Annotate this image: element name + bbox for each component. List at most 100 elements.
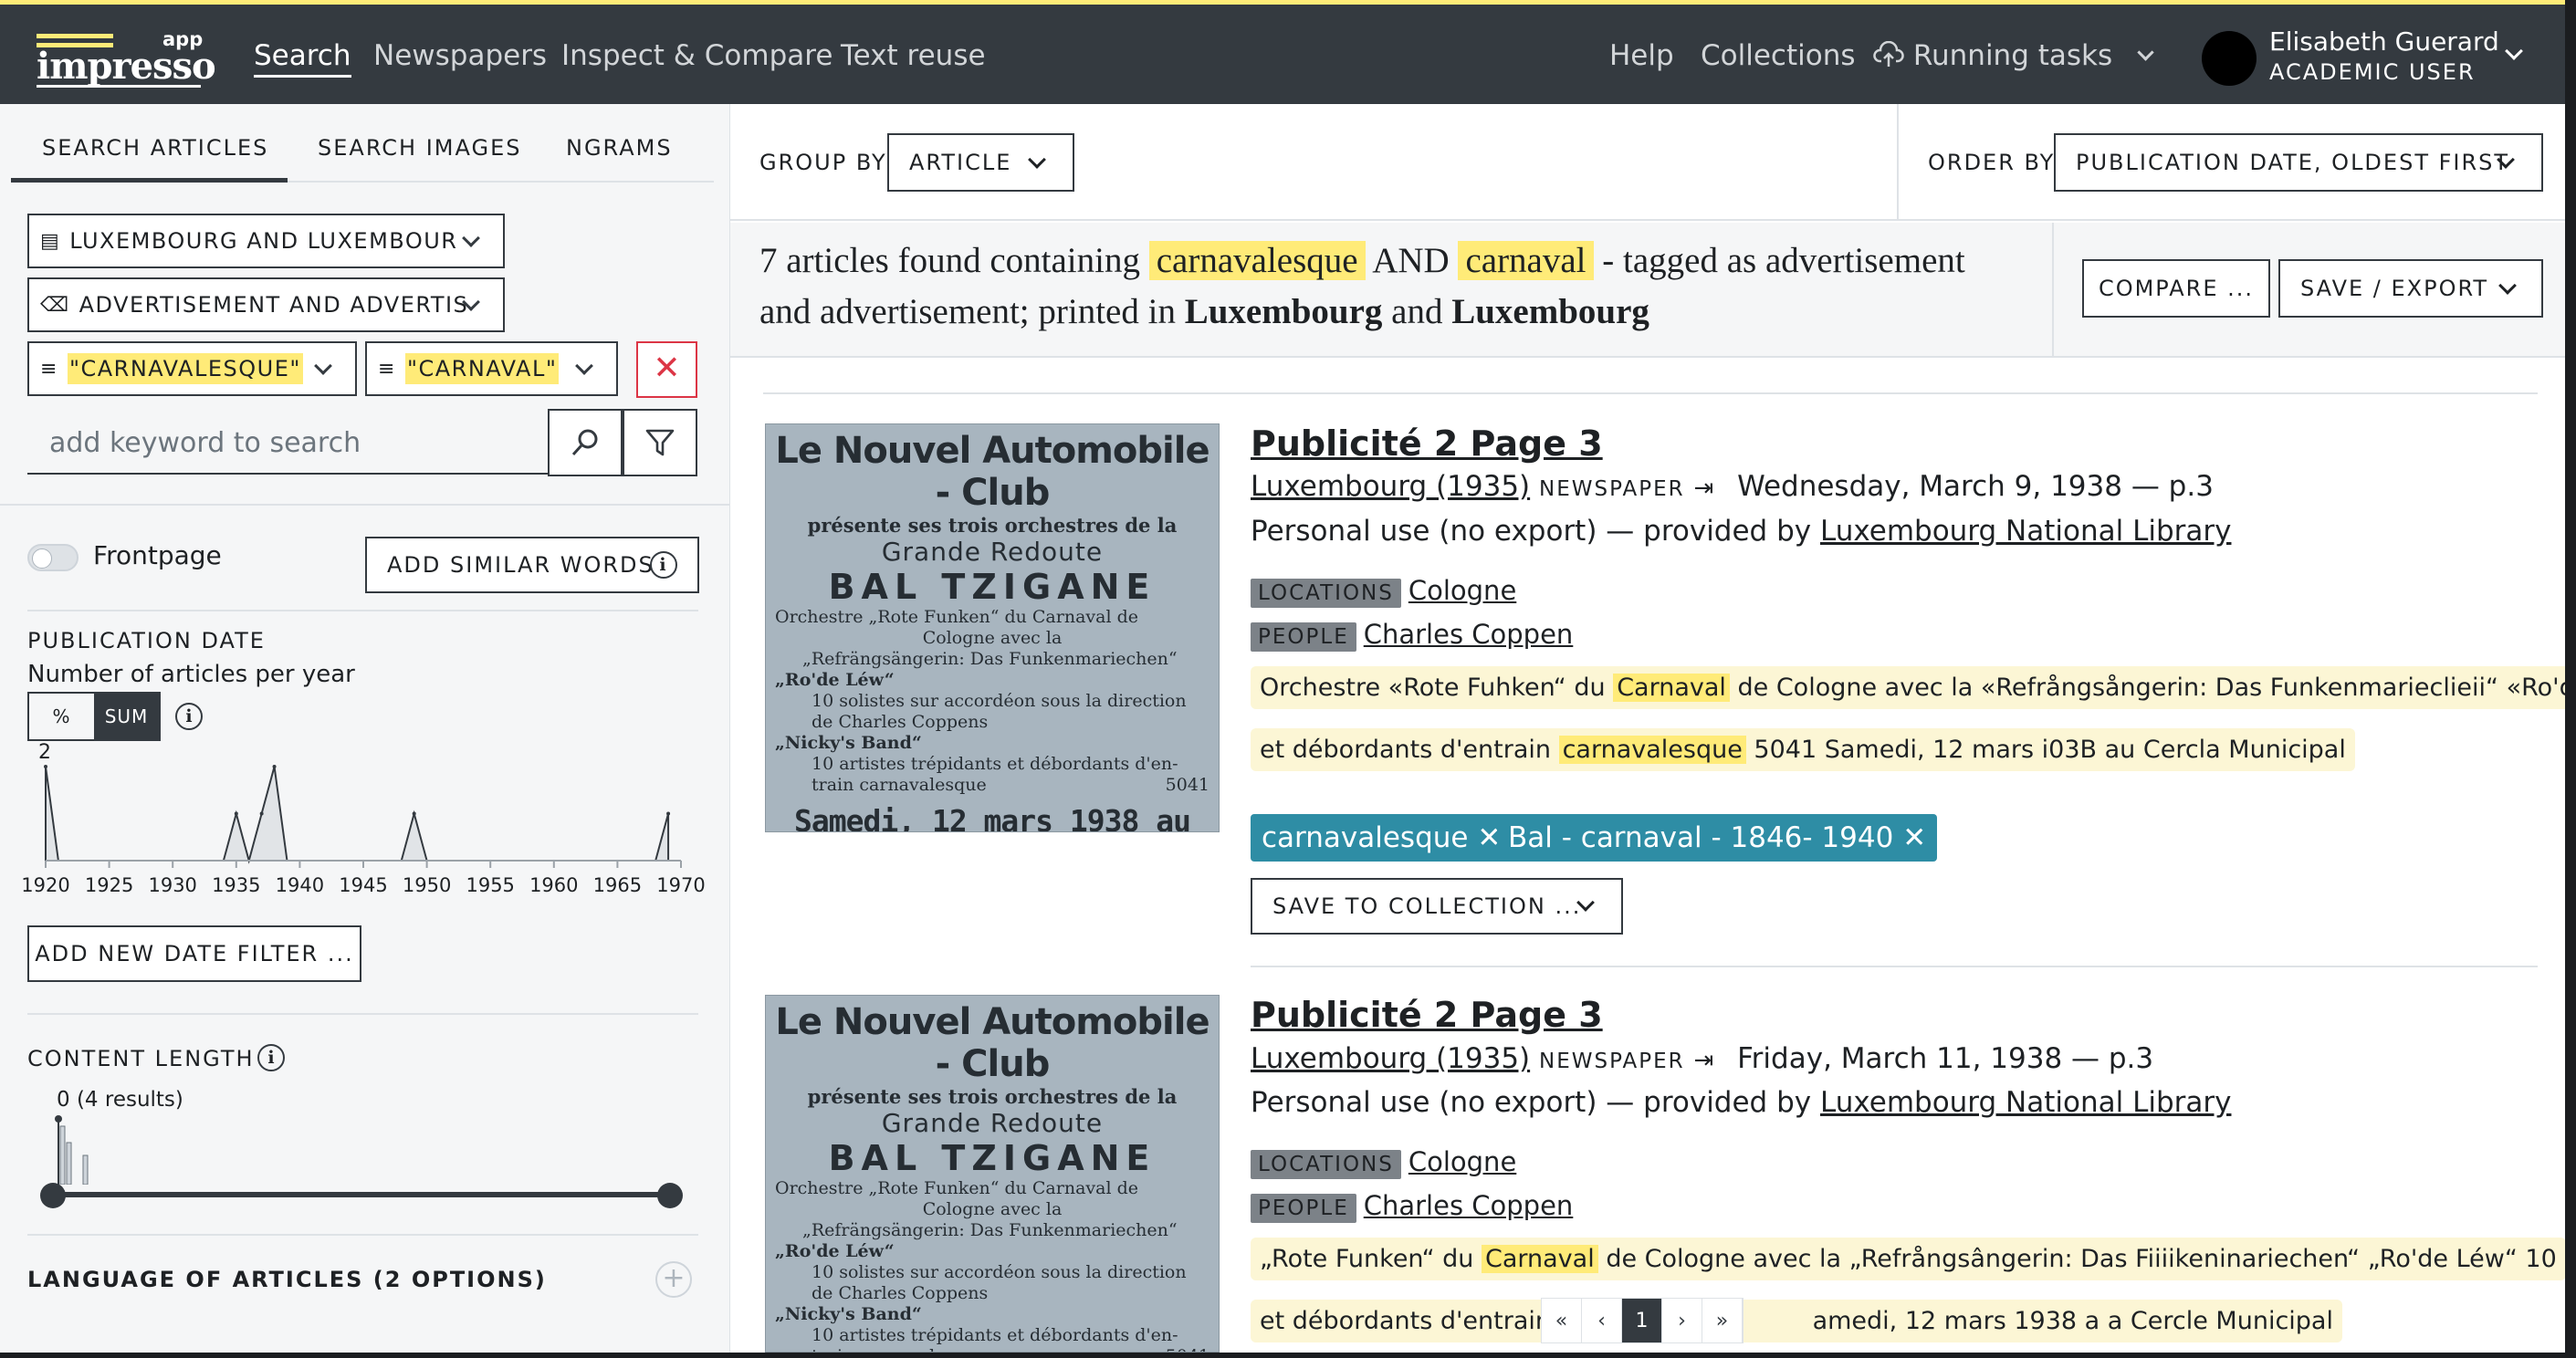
content-length-slider[interactable]	[51, 1192, 672, 1197]
info-icon[interactable]: i	[257, 1044, 285, 1071]
article-title[interactable]: Publicité 2 Page 3	[1251, 423, 1603, 464]
thumb-line: 10 solistes sur accordéon sous la direct…	[812, 691, 1187, 711]
thumb-line: BAL TZIGANE	[828, 567, 1157, 607]
date-histogram-point	[272, 765, 277, 768]
nav-help[interactable]: Help	[1609, 39, 1674, 72]
provider-link[interactable]: Luxembourg National Library	[1820, 1086, 2231, 1119]
save-export-button[interactable]: SAVE / EXPORT	[2278, 259, 2543, 318]
search-button[interactable]	[548, 409, 623, 476]
current-page-button[interactable]: 1	[1622, 1299, 1662, 1342]
order-by-select[interactable]: PUBLICATION DATE, OLDEST FIRST	[2054, 133, 2543, 192]
thumb-headline: Le Nouvel Automobile - Club	[775, 1001, 1209, 1085]
running-tasks-menu[interactable]: Running tasks	[1873, 39, 2154, 72]
open-newspaper-icon[interactable]: ⇥	[1693, 475, 1713, 502]
article-source: Luxembourg (1935) NEWSPAPER ⇥ Friday, Ma…	[1251, 1042, 2153, 1075]
person-link[interactable]: Charles Coppen	[1364, 1190, 1574, 1221]
article-thumbnail[interactable]: Le Nouvel Automobile - Club présente ses…	[765, 995, 1220, 1353]
first-page-button[interactable]: «	[1542, 1299, 1582, 1342]
close-icon[interactable]: ✕	[1893, 821, 1926, 854]
keyword-search-input[interactable]: add keyword to search	[27, 409, 548, 475]
publication-date-heading: PUBLICATION DATE	[27, 628, 266, 653]
x-tick-label: 1920	[21, 874, 69, 896]
divider	[0, 504, 730, 506]
percent-toggle[interactable]: %	[29, 694, 94, 739]
tab-search-images[interactable]: SEARCH IMAGES	[318, 135, 522, 161]
article-snippet: Orchestre «Rote Fuhken“ du Carnaval de C…	[1251, 666, 2576, 709]
frontpage-toggle[interactable]	[27, 544, 79, 571]
info-icon[interactable]: i	[175, 703, 203, 730]
summary-part: 7 articles found containing	[759, 241, 1140, 280]
user-name[interactable]: Elisabeth Guerard	[2269, 26, 2499, 57]
thumb-line: 5041	[1165, 775, 1209, 795]
tab-ngrams[interactable]: NGRAMS	[566, 135, 673, 161]
open-newspaper-icon[interactable]: ⇥	[1693, 1047, 1713, 1074]
location-link[interactable]: Cologne	[1408, 575, 1516, 606]
nav-collections[interactable]: Collections	[1701, 39, 1856, 72]
snippet-text: et débordants d'entrain	[1260, 1307, 1551, 1335]
nav-search[interactable]: Search	[254, 39, 351, 78]
add-similar-words-button[interactable]: ADD SIMILAR WORDS i	[365, 537, 699, 593]
compare-button[interactable]: COMPARE ...	[2082, 259, 2270, 318]
nav-text-reuse[interactable]: Text reuse	[841, 39, 986, 72]
newspaper-link[interactable]: Luxembourg (1935)	[1251, 470, 1530, 503]
expand-plus-icon[interactable]: +	[655, 1261, 692, 1298]
content-length-heading: CONTENT LENGTH	[27, 1046, 255, 1071]
x-tick-label: 1935	[212, 874, 260, 896]
thumb-line: présente ses trois orchestres de la	[807, 514, 1178, 537]
thumb-line: „Nicky's Band“	[775, 1304, 922, 1324]
summary-part: and	[1391, 292, 1443, 331]
cloud-upload-icon	[1873, 40, 1904, 67]
user-menu-chevron-icon[interactable]	[2505, 42, 2523, 60]
collection-chip[interactable]: Bal - carnaval - 1846- 1940 ✕	[1497, 814, 1938, 862]
collection-chip[interactable]: carnavalesque ✕	[1251, 814, 1513, 862]
location-filter[interactable]: ▤ LUXEMBOURG AND LUXEMBOUR	[27, 214, 505, 268]
thumb-line: train carnavalesque	[812, 775, 987, 795]
article-thumbnail[interactable]: Le Nouvel Automobile - Club présente ses…	[765, 423, 1220, 832]
filter-button[interactable]	[623, 409, 697, 476]
last-page-button[interactable]: »	[1702, 1299, 1743, 1342]
next-page-button[interactable]: ›	[1662, 1299, 1702, 1342]
summary-term: carnavalesque	[1148, 241, 1366, 280]
publication-date-chart[interactable]: 1920 1925 1930 1935 1940 1945 1950 1955 1960 1965…	[18, 739, 712, 896]
publication-date-subtitle: Number of articles per year	[27, 661, 355, 688]
summary-part: AND	[1372, 241, 1450, 280]
language-filter-heading[interactable]: LANGUAGE OF ARTICLES (2 OPTIONS)	[27, 1267, 547, 1292]
article-date: Wednesday, March 9, 1938 — p.3	[1737, 470, 2214, 503]
thumb-line: de Charles Coppens	[812, 1283, 989, 1303]
slider-handle-max[interactable]	[657, 1183, 683, 1208]
avatar[interactable]	[2202, 31, 2257, 86]
add-date-filter-button[interactable]: ADD NEW DATE FILTER ...	[27, 925, 361, 982]
slider-handle-min[interactable]	[40, 1183, 66, 1208]
nav-inspect-compare[interactable]: Inspect & Compare	[561, 39, 832, 72]
save-to-collection-button[interactable]: SAVE TO COLLECTION ...	[1251, 878, 1623, 935]
nav-newspapers[interactable]: Newspapers	[373, 39, 547, 72]
sum-toggle[interactable]: SUM	[94, 694, 159, 739]
newspaper-link[interactable]: Luxembourg (1935)	[1251, 1042, 1530, 1075]
summary-divider	[2052, 223, 2054, 358]
thumb-line: Orchestre „Rote Funken“ du Carnaval de	[775, 607, 1138, 627]
remove-filters-button[interactable]: ✕	[636, 341, 697, 398]
provider-link[interactable]: Luxembourg National Library	[1820, 515, 2231, 548]
prev-page-button[interactable]: ‹	[1582, 1299, 1622, 1342]
impresso-logo[interactable]: app impresso	[37, 28, 216, 89]
user-role: ACADEMIC USER	[2269, 59, 2476, 85]
location-link[interactable]: Cologne	[1408, 1146, 1516, 1177]
thumb-line: de Charles Coppens	[812, 712, 989, 732]
group-by-select[interactable]: ARTICLE	[887, 133, 1074, 192]
chevron-down-icon	[2137, 44, 2154, 61]
count-mode-toggle[interactable]: % SUM	[27, 692, 161, 741]
content-length-readout: 0 (4 results)	[57, 1088, 183, 1112]
thumb-line: „Nicky's Band“	[775, 733, 922, 753]
article-snippet: „Rote Funken“ du Carnaval de Cologne ave…	[1251, 1238, 2566, 1280]
keyword-filter-carnavalesque[interactable]: ≡ "CARNAVALESQUE"	[27, 341, 357, 396]
article-title[interactable]: Publicité 2 Page 3	[1251, 995, 1603, 1035]
snippet-match: Carnaval	[1613, 674, 1730, 702]
keyword-filter-carnaval[interactable]: ≡ "CARNAVAL"	[365, 341, 618, 396]
person-link[interactable]: Charles Coppen	[1364, 619, 1574, 650]
type-filter[interactable]: ⌫ ADVERTISEMENT AND ADVERTIS	[27, 277, 505, 332]
group-by-value: ARTICLE	[909, 150, 1012, 175]
thumb-line: 5041	[1166, 1346, 1209, 1352]
summary-place: Luxembourg	[1184, 292, 1383, 331]
tab-search-articles[interactable]: SEARCH ARTICLES	[42, 135, 268, 161]
close-icon[interactable]: ✕	[1468, 821, 1501, 854]
